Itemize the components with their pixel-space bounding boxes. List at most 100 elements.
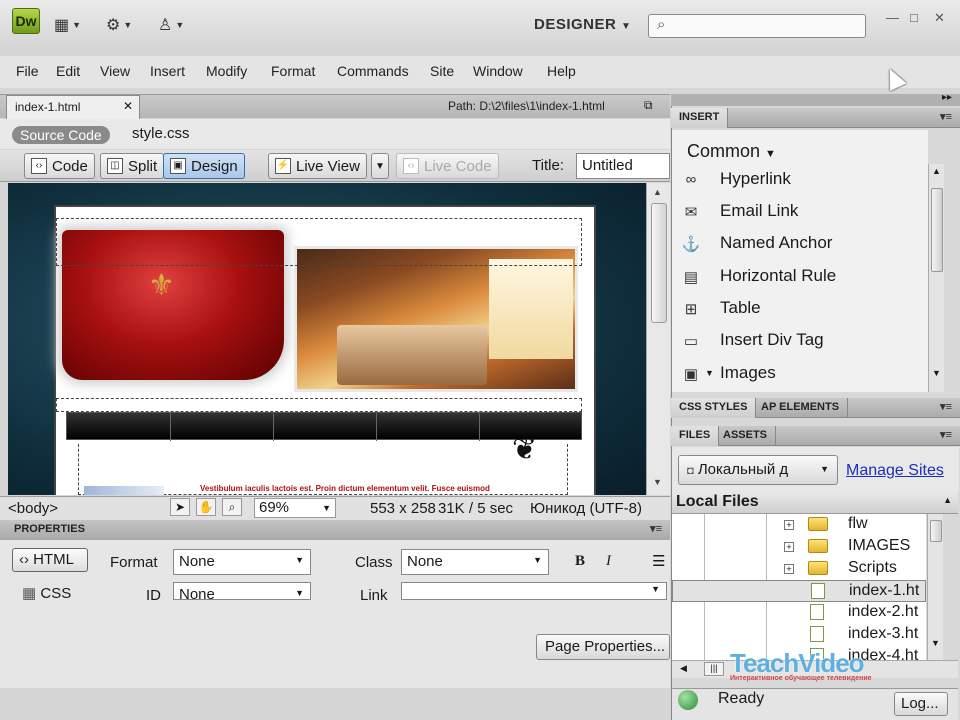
restore-window-icon[interactable]: ⧉ bbox=[644, 98, 653, 113]
div-tag-icon: ▭ bbox=[683, 333, 699, 350]
menu-edit[interactable]: Edit bbox=[56, 63, 80, 79]
scroll-up-icon[interactable]: ▲ bbox=[932, 166, 941, 176]
expand-icon[interactable]: + bbox=[784, 564, 794, 574]
properties-header[interactable]: PROPERTIES ▾≡ bbox=[0, 520, 670, 540]
menu-modify[interactable]: Modify bbox=[206, 63, 247, 79]
tab-index-1[interactable]: index-1.html ✕ bbox=[6, 95, 140, 119]
insert-scrollbar[interactable]: ▲ ▼ bbox=[928, 164, 944, 392]
scroll-down-icon[interactable]: ▼ bbox=[932, 368, 941, 378]
tab-files[interactable]: FILES bbox=[671, 426, 720, 446]
live-code-button[interactable]: ‹› Live Code bbox=[396, 153, 499, 179]
tab-assets[interactable]: ASSETS bbox=[715, 426, 777, 446]
files-scrollbar[interactable]: ▼ bbox=[927, 514, 943, 660]
file-row-index-1[interactable]: index-1.ht bbox=[672, 580, 926, 602]
window-size[interactable]: 553 x 258 bbox=[370, 500, 436, 517]
insert-images[interactable]: ▣ ▼ Images bbox=[672, 358, 928, 390]
zoom-tool-icon[interactable]: ⌕ bbox=[222, 498, 242, 516]
tab-css-styles[interactable]: CSS STYLES bbox=[671, 398, 757, 418]
workspace-switcher[interactable]: DESIGNER ▼ bbox=[534, 16, 631, 33]
menu-file[interactable]: File bbox=[16, 63, 39, 79]
panel-menu-icon[interactable]: ▾≡ bbox=[940, 110, 952, 123]
manage-sites-link[interactable]: Manage Sites bbox=[846, 462, 944, 480]
insert-horizontal-rule[interactable]: ▤ Horizontal Rule bbox=[672, 261, 928, 293]
related-file-style-css[interactable]: style.css bbox=[132, 125, 190, 142]
insert-table[interactable]: ⊞ Table bbox=[672, 293, 928, 325]
scroll-up-icon[interactable]: ▲ bbox=[653, 187, 662, 197]
menu-insert[interactable]: Insert bbox=[150, 63, 185, 79]
tab-ap-elements[interactable]: AP ELEMENTS bbox=[753, 398, 849, 418]
scroll-down-icon[interactable]: ▼ bbox=[653, 477, 662, 487]
panel-menu-icon[interactable]: ▾≡ bbox=[940, 428, 952, 441]
close-tab-icon[interactable]: ✕ bbox=[123, 99, 133, 113]
scroll-thumb[interactable] bbox=[931, 188, 943, 272]
site-menu-button[interactable]: ♙ ▼ bbox=[158, 14, 184, 36]
menu-commands[interactable]: Commands bbox=[337, 63, 409, 79]
html-properties-button[interactable]: ‹› HTML bbox=[12, 548, 88, 572]
chevron-down-icon: ▼ bbox=[651, 584, 660, 594]
css-properties-button[interactable]: ▦ CSS bbox=[22, 584, 71, 602]
menu-format[interactable]: Format bbox=[271, 63, 315, 79]
menu-help[interactable]: Help bbox=[547, 63, 576, 79]
site-select[interactable]: ◘ Локальный д ▼ bbox=[678, 455, 838, 485]
live-view-options-button[interactable]: ▼ bbox=[371, 153, 389, 179]
menu-site[interactable]: Site bbox=[430, 63, 454, 79]
document-title-input[interactable]: Untitled bbox=[576, 153, 670, 179]
tag-selector[interactable]: <body> bbox=[8, 500, 58, 517]
design-view-button[interactable]: ▣ Design bbox=[163, 153, 245, 179]
scroll-thumb[interactable] bbox=[930, 520, 942, 542]
panel-menu-icon[interactable]: ▾≡ bbox=[650, 522, 662, 535]
insert-email-link[interactable]: ✉ Email Link bbox=[672, 196, 928, 228]
scroll-left-icon[interactable]: ◀ bbox=[680, 663, 687, 674]
sort-arrow-icon[interactable]: ▲ bbox=[943, 495, 952, 505]
css-icon: ▦ bbox=[22, 585, 37, 602]
maximize-button[interactable]: □ bbox=[910, 10, 918, 25]
panel-menu-icon[interactable]: ▾≡ bbox=[940, 400, 952, 413]
class-label: Class bbox=[355, 554, 393, 571]
insert-named-anchor[interactable]: ⚓ Named Anchor bbox=[672, 228, 928, 260]
expand-icon[interactable]: + bbox=[784, 520, 794, 530]
site-value: Локальный д bbox=[697, 461, 789, 478]
bold-button[interactable]: B bbox=[575, 553, 585, 570]
menu-window[interactable]: Window bbox=[473, 63, 523, 79]
scroll-thumb[interactable] bbox=[651, 203, 667, 323]
file-row-index-3[interactable]: index-3.ht bbox=[672, 624, 926, 646]
unordered-list-icon[interactable]: ☰ bbox=[652, 552, 665, 570]
html-file-icon bbox=[810, 626, 824, 642]
file-row-images[interactable]: + IMAGES bbox=[672, 536, 926, 558]
minimize-button[interactable]: — bbox=[886, 10, 899, 25]
scroll-down-icon[interactable]: ▼ bbox=[931, 638, 940, 648]
scroll-thumb[interactable]: ||| bbox=[704, 662, 724, 676]
collapse-icon[interactable]: ▸▸ bbox=[942, 92, 952, 103]
extend-menu-button[interactable]: ⚙ ▼ bbox=[106, 14, 132, 36]
id-select[interactable]: None ▼ bbox=[173, 582, 311, 600]
insert-hyperlink[interactable]: ∞ Hyperlink bbox=[672, 164, 928, 196]
log-button[interactable]: Log... bbox=[894, 692, 948, 716]
chevron-down-icon: ▼ bbox=[705, 368, 714, 378]
split-view-button[interactable]: ◫ Split bbox=[100, 153, 165, 179]
file-row-scripts[interactable]: + Scripts bbox=[672, 558, 926, 580]
live-view-button[interactable]: ⚡ Live View bbox=[268, 153, 367, 179]
canvas-scrollbar[interactable]: ▲ ▼ bbox=[646, 183, 670, 495]
source-code-button[interactable]: Source Code bbox=[12, 126, 110, 144]
expand-icon[interactable]: + bbox=[784, 542, 794, 552]
link-input[interactable]: ▼ bbox=[401, 582, 667, 600]
zoom-select[interactable]: 69% ▼ bbox=[254, 498, 336, 518]
class-select[interactable]: None ▼ bbox=[401, 549, 549, 575]
italic-button[interactable]: I bbox=[606, 553, 611, 570]
hand-tool-icon[interactable]: ✋ bbox=[196, 498, 216, 516]
tab-insert[interactable]: INSERT bbox=[671, 108, 729, 128]
file-row-flw[interactable]: + flw bbox=[672, 514, 926, 536]
layout-menu-button[interactable]: ▦ ▼ bbox=[54, 14, 81, 36]
menu-view[interactable]: View bbox=[100, 63, 130, 79]
close-button[interactable]: ✕ bbox=[934, 10, 945, 26]
disk-icon: ◘ bbox=[687, 465, 694, 477]
file-row-index-2[interactable]: index-2.ht bbox=[672, 602, 926, 624]
page-properties-button[interactable]: Page Properties... bbox=[536, 634, 670, 660]
insert-div-tag[interactable]: ▭ Insert Div Tag bbox=[672, 325, 928, 357]
format-select[interactable]: None ▼ bbox=[173, 549, 311, 575]
help-search-input[interactable]: ⌕ bbox=[648, 14, 866, 38]
insert-category-select[interactable]: Common ▼ bbox=[687, 141, 776, 162]
pointer-tool-icon[interactable]: ➤ bbox=[170, 498, 190, 516]
insert-panel-header[interactable]: INSERT ▾≡ bbox=[671, 108, 960, 128]
code-view-button[interactable]: ‹› Code bbox=[24, 153, 95, 179]
